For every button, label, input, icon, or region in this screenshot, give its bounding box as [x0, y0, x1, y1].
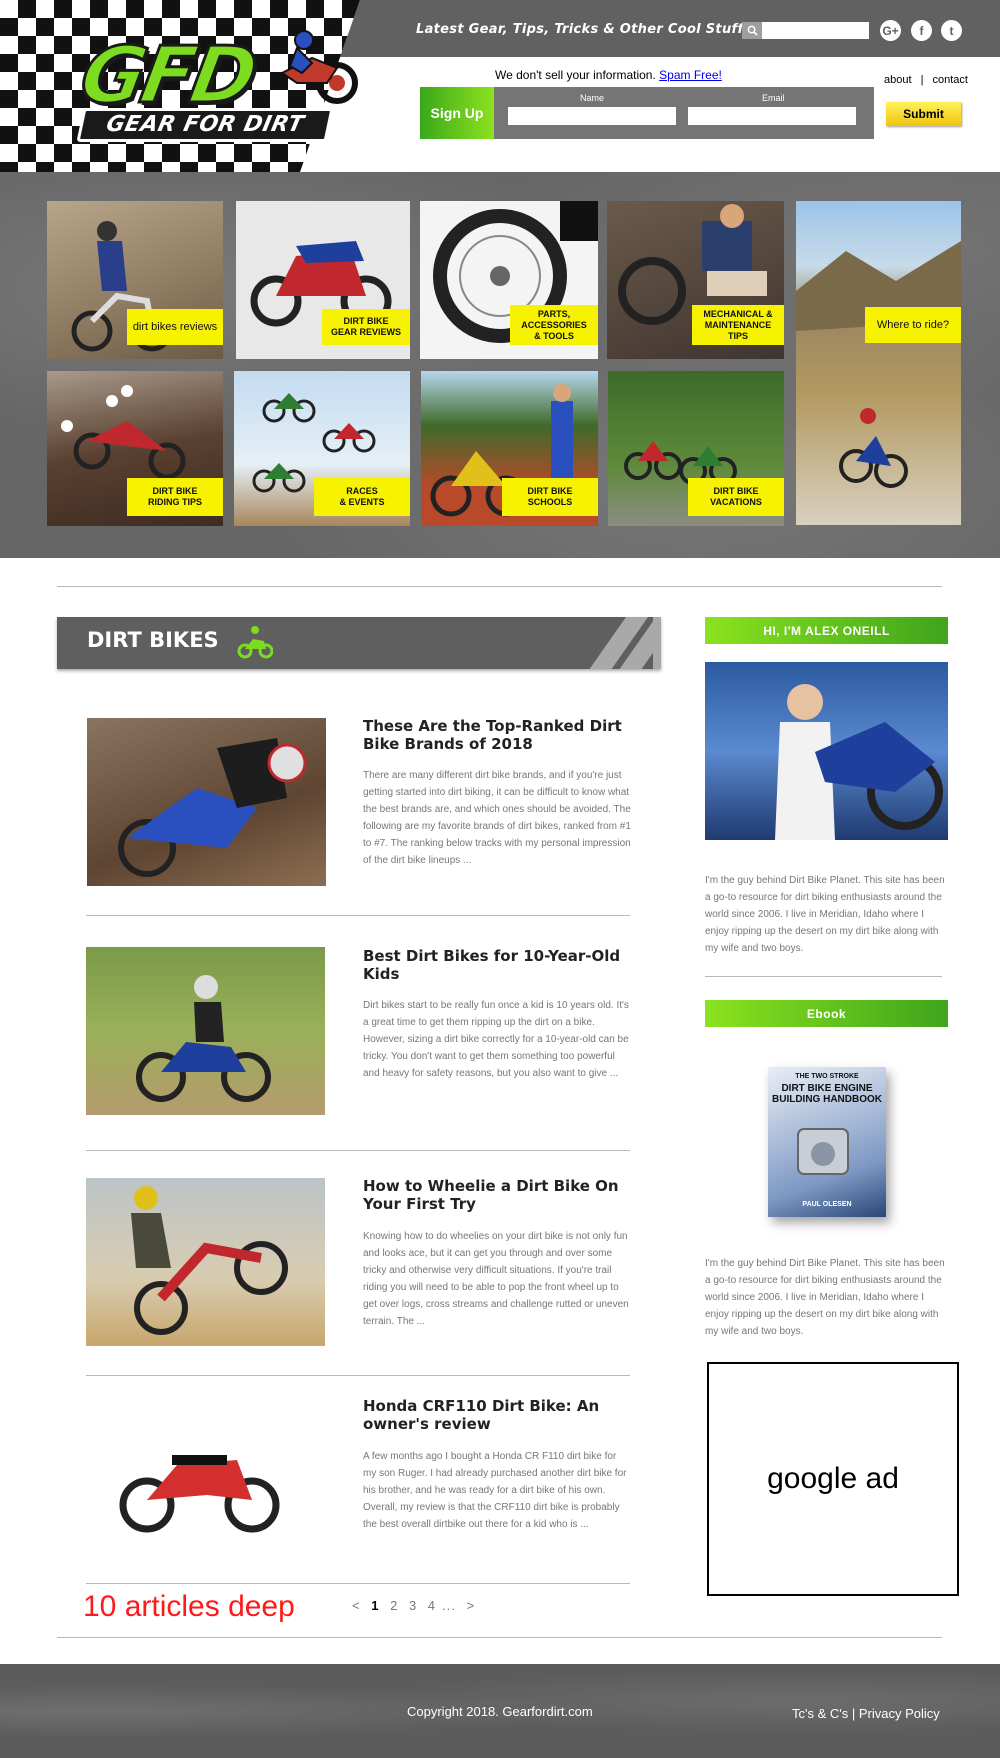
engine-icon — [797, 1128, 849, 1175]
page-link[interactable]: 2 — [390, 1598, 398, 1613]
author-photo — [705, 662, 948, 840]
logo-wordmark: GEAR FOR DIRT — [76, 108, 334, 142]
page-link[interactable]: 3 — [409, 1598, 417, 1613]
spam-free-link[interactable]: Spam Free! — [659, 68, 722, 82]
divider — [86, 1375, 630, 1376]
article-excerpt: Knowing how to do wheelies on your dirt … — [363, 1231, 629, 1327]
category-tile-races-events[interactable]: RACES & EVENTS — [234, 371, 410, 526]
page-link[interactable]: 4 — [428, 1598, 436, 1613]
search-button[interactable] — [742, 22, 762, 39]
divider — [86, 915, 630, 916]
divider — [705, 976, 942, 977]
article-image[interactable] — [86, 1178, 325, 1346]
signup-button[interactable]: Sign Up — [420, 87, 494, 139]
google-plus-icon[interactable]: G+ — [880, 20, 901, 41]
article-title[interactable]: How to Wheelie a Dirt Bike On Your First… — [363, 1177, 623, 1213]
article-image[interactable] — [86, 947, 325, 1115]
category-label: DIRT BIKE RIDING TIPS — [127, 478, 223, 516]
article-title[interactable]: Best Dirt Bikes for 10-Year-Old Kids — [363, 947, 623, 983]
facebook-icon[interactable]: f — [911, 20, 932, 41]
site-tagline: Latest Gear, Tips, Tricks & Other Cool S… — [416, 22, 744, 37]
page-link-current[interactable]: 1 — [371, 1598, 379, 1613]
section-title: DIRT BIKES — [87, 628, 219, 652]
category-label: RACES & EVENTS — [314, 478, 410, 516]
category-tile-schools[interactable]: DIRT BIKE SCHOOLS — [421, 371, 598, 526]
category-label: Where to ride? — [865, 307, 961, 343]
twitter-icon[interactable]: t — [941, 20, 962, 41]
logo-monogram: GFD — [73, 30, 262, 123]
author-with-bike-image — [775, 684, 943, 840]
article-excerpt: Dirt bikes start to be really fun once a… — [363, 1000, 629, 1079]
prev-page-link[interactable]: < — [352, 1598, 361, 1613]
copyright-text: Copyright 2018. Gearfordirt.com — [407, 1704, 593, 1719]
header-links: about | contact — [884, 74, 968, 86]
ebook-heading: Ebook — [705, 1000, 948, 1027]
signup-message-text: We don't sell your information. — [495, 68, 656, 82]
site-logo[interactable]: GFD GEAR FOR DIRT — [72, 30, 358, 146]
signup-message: We don't sell your information. Spam Fre… — [495, 68, 722, 82]
site-header: GFD GEAR FOR DIRT Latest Gear, Tips, Tri… — [0, 0, 1000, 172]
category-grid: dirt bikes reviews DIRT BIKE GEAR REVIEW… — [0, 172, 1000, 558]
category-tile-dirt-bikes-reviews[interactable]: dirt bikes reviews — [47, 201, 223, 359]
dirt-bike-icon — [237, 626, 273, 659]
article-image[interactable] — [87, 1405, 326, 1573]
contact-link[interactable]: contact — [933, 74, 968, 86]
ebook-author: PAUL OLESEN — [802, 1201, 852, 1208]
category-label: DIRT BIKE SCHOOLS — [502, 478, 598, 516]
pagination: < 1 2 3 4... > — [352, 1598, 481, 1613]
category-tile-riding-tips[interactable]: DIRT BIKE RIDING TIPS — [47, 371, 223, 526]
stripe-decoration — [653, 617, 661, 669]
pagination-note: 10 articles deep — [83, 1590, 295, 1623]
logo-rider-icon — [280, 30, 358, 104]
divider — [57, 1637, 942, 1638]
divider — [86, 1583, 630, 1584]
signup-form: Sign Up Name Email — [420, 87, 874, 139]
honda-crf110-photo — [119, 1455, 280, 1533]
article-excerpt: There are many different dirt bike brand… — [363, 770, 631, 866]
category-tile-gear-reviews[interactable]: DIRT BIKE GEAR REVIEWS — [236, 201, 410, 359]
next-page-link[interactable]: > — [467, 1598, 476, 1613]
motocross-photo — [118, 738, 307, 877]
ebook-cover-subtitle: THE TWO STROKE — [795, 1073, 859, 1080]
ebook-text: I'm the guy behind Dirt Bike Planet. Thi… — [705, 1258, 945, 1337]
article-title[interactable]: These Are the Top-Ranked Dirt Bike Brand… — [363, 717, 623, 753]
name-field-label: Name — [580, 93, 605, 103]
wheelie-photo — [131, 1186, 288, 1335]
article-image[interactable] — [87, 718, 326, 886]
pagination-ellipsis: ... — [442, 1598, 456, 1613]
google-ad-placeholder[interactable]: google ad — [707, 1362, 959, 1596]
category-label: PARTS, ACCESSORIES & TOOLS — [510, 305, 598, 345]
link-separator: | — [920, 74, 924, 86]
divider — [86, 1150, 630, 1151]
legal-links[interactable]: Tc's & C's | Privacy Policy — [792, 1706, 940, 1721]
site-footer: Copyright 2018. Gearfordirt.com Tc's & C… — [0, 1664, 1000, 1758]
email-field-label: Email — [762, 93, 785, 103]
divider — [57, 586, 942, 587]
kid-rider-photo — [136, 975, 271, 1102]
ebook-cover[interactable]: THE TWO STROKE DIRT BIKE ENGINE BUILDING… — [768, 1067, 886, 1217]
email-field[interactable] — [688, 107, 856, 125]
trail-photo — [796, 241, 961, 488]
article-excerpt: A few months ago I bought a Honda CR F11… — [363, 1451, 627, 1530]
category-tile-where-to-ride[interactable]: Where to ride? — [796, 201, 961, 525]
search-input[interactable] — [762, 22, 869, 39]
category-label: DIRT BIKE GEAR REVIEWS — [322, 309, 410, 345]
category-label: dirt bikes reviews — [127, 309, 223, 345]
category-label: MECHANICAL & MAINTENANCE TIPS — [692, 305, 784, 345]
section-banner: DIRT BIKES — [57, 617, 661, 669]
category-tile-maintenance-tips[interactable]: MECHANICAL & MAINTENANCE TIPS — [607, 201, 784, 359]
about-heading: HI, I'M ALEX ONEILL — [705, 617, 948, 644]
category-tile-vacations[interactable]: DIRT BIKE VACATIONS — [608, 371, 784, 526]
category-label: DIRT BIKE VACATIONS — [688, 478, 784, 516]
name-field[interactable] — [508, 107, 676, 125]
about-link[interactable]: about — [884, 74, 912, 86]
category-tile-parts-accessories-tools[interactable]: PARTS, ACCESSORIES & TOOLS — [420, 201, 598, 359]
search-icon — [747, 25, 758, 36]
ebook-cover-title: DIRT BIKE ENGINE BUILDING HANDBOOK — [772, 1083, 882, 1105]
submit-button[interactable]: Submit — [886, 102, 961, 126]
article-title[interactable]: Honda CRF110 Dirt Bike: An owner's revie… — [363, 1397, 623, 1433]
about-text: I'm the guy behind Dirt Bike Planet. Thi… — [705, 875, 945, 954]
